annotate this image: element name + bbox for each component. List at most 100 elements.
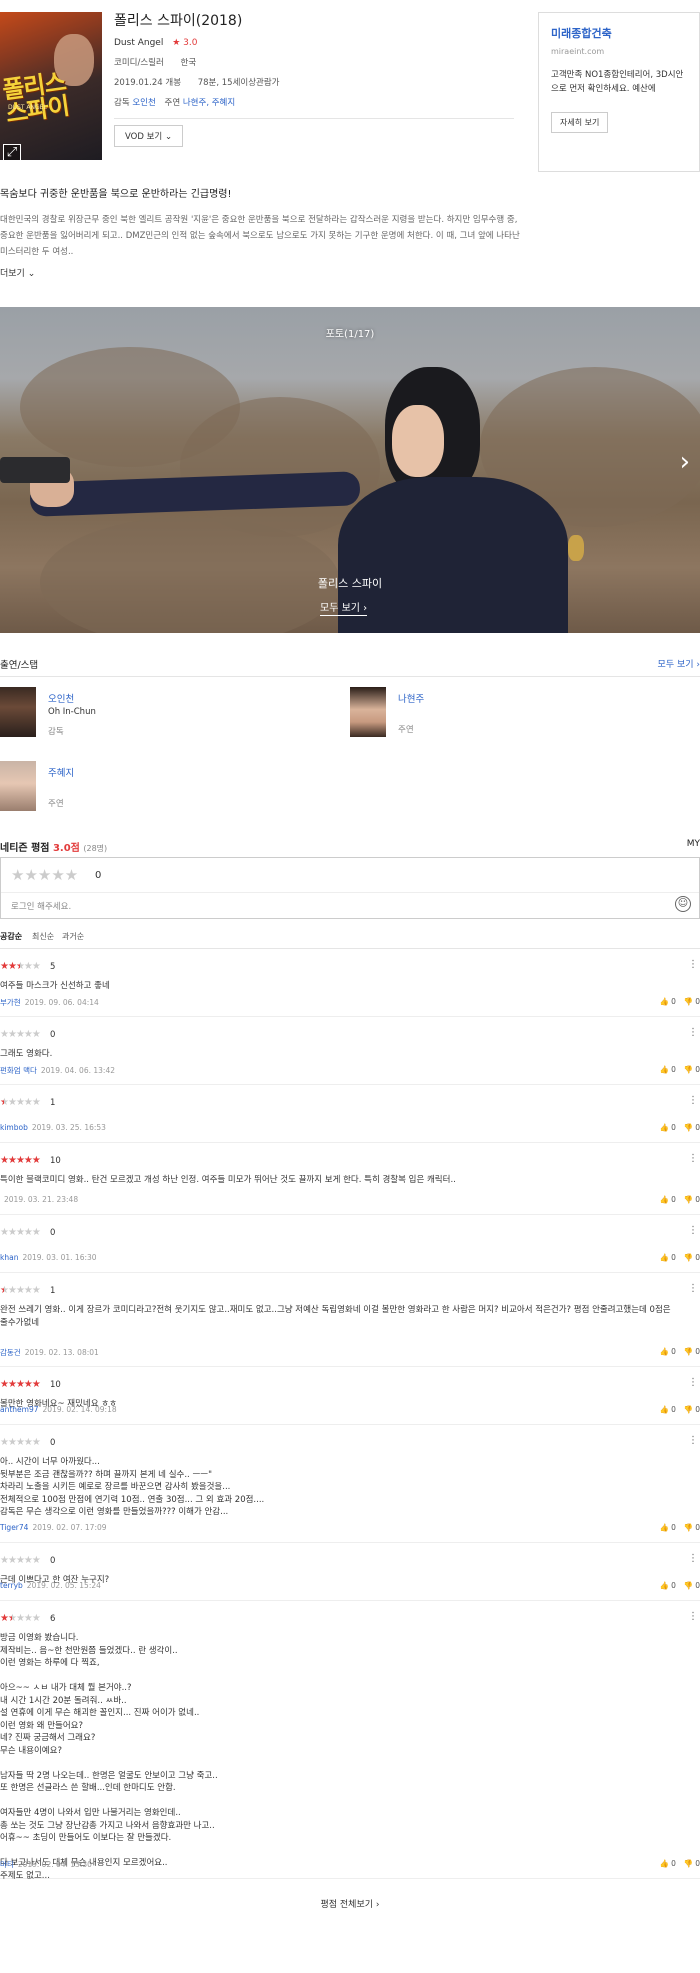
review-item: ★★★★★ 10 ⋮ 특이한 블랙코미디 영화.. 탄건 모르겠고 개성 하난 인정.… [0, 1143, 700, 1215]
more-options-icon[interactable]: ⋮ [688, 1283, 698, 1294]
review-stars: ★★★★★ [0, 1097, 41, 1108]
thumbs-up-button[interactable]: 👍 0 [660, 1523, 676, 1532]
ad-url[interactable]: miraeint.com [551, 47, 687, 56]
thumbs-up-button[interactable]: 👍 0 [660, 1581, 676, 1590]
more-button[interactable]: 더보기 ⌄ [0, 266, 700, 279]
review-author[interactable]: 마티 2019. 02. 04. 13:30 [0, 1859, 92, 1870]
more-options-icon[interactable]: ⋮ [688, 1377, 698, 1388]
more-options-icon[interactable]: ⋮ [688, 1095, 698, 1106]
thumbs-down-button[interactable]: 👎 0 [684, 997, 700, 1006]
star-icon: ★ [7, 1029, 17, 1040]
movie-poster[interactable]: 폴리스 스파이 DUST ANGEL ⤢ [0, 12, 102, 160]
my-rating-link[interactable]: MY [687, 839, 700, 849]
thumbs-down-button[interactable]: 👎 0 [684, 1347, 700, 1356]
thumbs-up-count: 0 [671, 1523, 676, 1532]
thumbs-up-button[interactable]: 👍 0 [660, 1405, 676, 1414]
star-icon: ★ [15, 1097, 25, 1108]
review-text: 그래도 영화다. [0, 1049, 53, 1059]
thumbs-up-button[interactable]: 👍 0 [660, 1195, 676, 1204]
thumbs-down-count: 0 [695, 1859, 700, 1868]
review-author[interactable]: Tiger74 2019. 02. 07. 17:09 [0, 1523, 107, 1532]
review-author[interactable]: khan 2019. 03. 01. 16:30 [0, 1253, 97, 1262]
review-date: 2019. 03. 01. 16:30 [22, 1253, 97, 1262]
review-author-name[interactable]: 부가현 [0, 998, 21, 1007]
cast-name[interactable]: 나현주 [398, 691, 424, 705]
review-input[interactable]: 로그인 해주세요. [11, 900, 71, 912]
review-author-name[interactable]: 감동건 [0, 1348, 21, 1357]
thumbs-up-button[interactable]: 👍 0 [660, 997, 676, 1006]
review-author-name[interactable]: anthem97 [0, 1405, 39, 1414]
more-options-icon[interactable]: ⋮ [688, 1611, 698, 1622]
thumbs-up-button[interactable]: 👍 0 [660, 1253, 676, 1262]
review-author[interactable]: 펀화엄 맥다 2019. 04. 06. 13:42 [0, 1065, 115, 1076]
more-options-icon[interactable]: ⋮ [688, 1225, 698, 1236]
rating-stars-input[interactable]: ★★★★★ [11, 866, 78, 884]
more-options-icon[interactable]: ⋮ [688, 959, 698, 970]
review-author[interactable]: 2019. 03. 21. 23:48 [0, 1195, 78, 1204]
sort-tab-recommended[interactable]: 공감순 [0, 931, 22, 942]
review-author[interactable]: anthem97 2019. 02. 14. 09:18 [0, 1405, 117, 1414]
review-score: 1 [50, 1286, 56, 1296]
thumbs-down-button[interactable]: 👎 0 [684, 1405, 700, 1414]
sort-tab-oldest[interactable]: 과거순 [62, 931, 84, 942]
star-icon: ★ [7, 1285, 17, 1296]
thumbs-up-icon: 👍 [659, 1195, 670, 1204]
review-author-name[interactable]: terryb [0, 1581, 23, 1590]
thumbs-up-button[interactable]: 👍 0 [660, 1347, 676, 1356]
review-author-name[interactable]: khan [0, 1253, 18, 1262]
rating-input-box[interactable]: ★★★★★ 0 로그인 해주세요. ☺ [0, 857, 700, 919]
ad-detail-button[interactable]: 자세히 보기 [551, 112, 609, 133]
more-options-icon[interactable]: ⋮ [688, 1553, 698, 1564]
thumbs-up-button[interactable]: 👍 0 [660, 1065, 676, 1074]
director-link[interactable]: 오인천 [132, 98, 155, 108]
review-item: ★★★★★ 10 ⋮ 볼만한 영화네요~ 재밌네요 ㅎㅎ anthem97 2019. 0… [0, 1367, 700, 1425]
review-author[interactable]: terryb 2019. 02. 05. 15:24 [0, 1581, 101, 1590]
thumbs-down-button[interactable]: 👎 0 [684, 1123, 700, 1132]
cast-section-label: 출연/스탭 [0, 660, 39, 671]
review-votes: 👍 0 👎 0 [652, 1405, 700, 1414]
more-options-icon[interactable]: ⋮ [688, 1153, 698, 1164]
review-author[interactable]: kimbob 2019. 03. 25. 16:53 [0, 1123, 106, 1132]
review-item: ★★★★★ 0 ⋮ 근데 이쁘다고 한 여잔 누구지? terryb 2019. 02. … [0, 1543, 700, 1601]
cast-view-all[interactable]: 모두 보기 › [658, 657, 700, 670]
emoji-icon[interactable]: ☺ [675, 896, 691, 912]
ad-title[interactable]: 미래종합건축 [551, 25, 687, 41]
review-author-name[interactable]: 펀화엄 맥다 [0, 1066, 37, 1075]
expand-icon[interactable]: ⤢ [3, 144, 21, 160]
cast-name[interactable]: 주혜지 [48, 765, 74, 779]
cast-photo[interactable] [350, 687, 386, 737]
photo-viewer[interactable]: 포토(1/17) 폴리스 스파이 모두 보기 › › [0, 307, 700, 633]
thumbs-down-icon: 👎 [683, 1581, 694, 1590]
review-author[interactable]: 감동건 2019. 02. 13. 08:01 [0, 1347, 99, 1358]
review-author[interactable]: 부가현 2019. 09. 06. 04:14 [0, 997, 99, 1008]
thumbs-up-button[interactable]: 👍 0 [660, 1859, 676, 1868]
photo-view-all[interactable]: 모두 보기 › [320, 599, 368, 616]
thumbs-down-button[interactable]: 👎 0 [684, 1581, 700, 1590]
thumbs-down-button[interactable]: 👎 0 [684, 1195, 700, 1204]
thumbs-down-button[interactable]: 👎 0 [684, 1065, 700, 1074]
review-author-name[interactable]: 마티 [0, 1860, 14, 1869]
netizen-count: (28명) [83, 844, 108, 853]
next-arrow-icon[interactable]: › [680, 447, 690, 477]
more-options-icon[interactable]: ⋮ [688, 1435, 698, 1446]
sort-tab-latest[interactable]: 최신순 [32, 931, 54, 942]
more-options-icon[interactable]: ⋮ [688, 1027, 698, 1038]
cast-photo[interactable] [0, 761, 36, 811]
review-author-name[interactable]: kimbob [0, 1123, 28, 1132]
ad-box[interactable]: 미래종합건축 miraeint.com 고객만족 NO1종합인테리어, 3D시안… [538, 12, 700, 172]
all-reviews-button[interactable]: 평점 전체보기 › [0, 1879, 700, 1919]
thumbs-down-button[interactable]: 👎 0 [684, 1523, 700, 1532]
cast-photo[interactable] [0, 687, 36, 737]
cast-name[interactable]: 오인천 [48, 691, 74, 705]
review-score: 0 [50, 1228, 56, 1238]
thumbs-down-button[interactable]: 👎 0 [684, 1859, 700, 1868]
thumbs-up-button[interactable]: 👍 0 [660, 1123, 676, 1132]
review-list: ★★★★★ 5 ⋮ 여주들 마스크가 신선하고 좋네 부가현 2019. 09. 06. … [0, 949, 700, 1881]
movie-rating: 3.0 [183, 38, 198, 48]
star-icon: ★ [7, 1379, 17, 1390]
review-author-name[interactable]: Tiger74 [0, 1523, 28, 1532]
thumbs-down-button[interactable]: 👎 0 [684, 1253, 700, 1262]
thumbs-up-count: 0 [671, 1859, 676, 1868]
cast-link[interactable]: 나현주, 주혜지 [183, 98, 235, 108]
vod-button[interactable]: VOD 보기 ⌄ [114, 125, 184, 147]
